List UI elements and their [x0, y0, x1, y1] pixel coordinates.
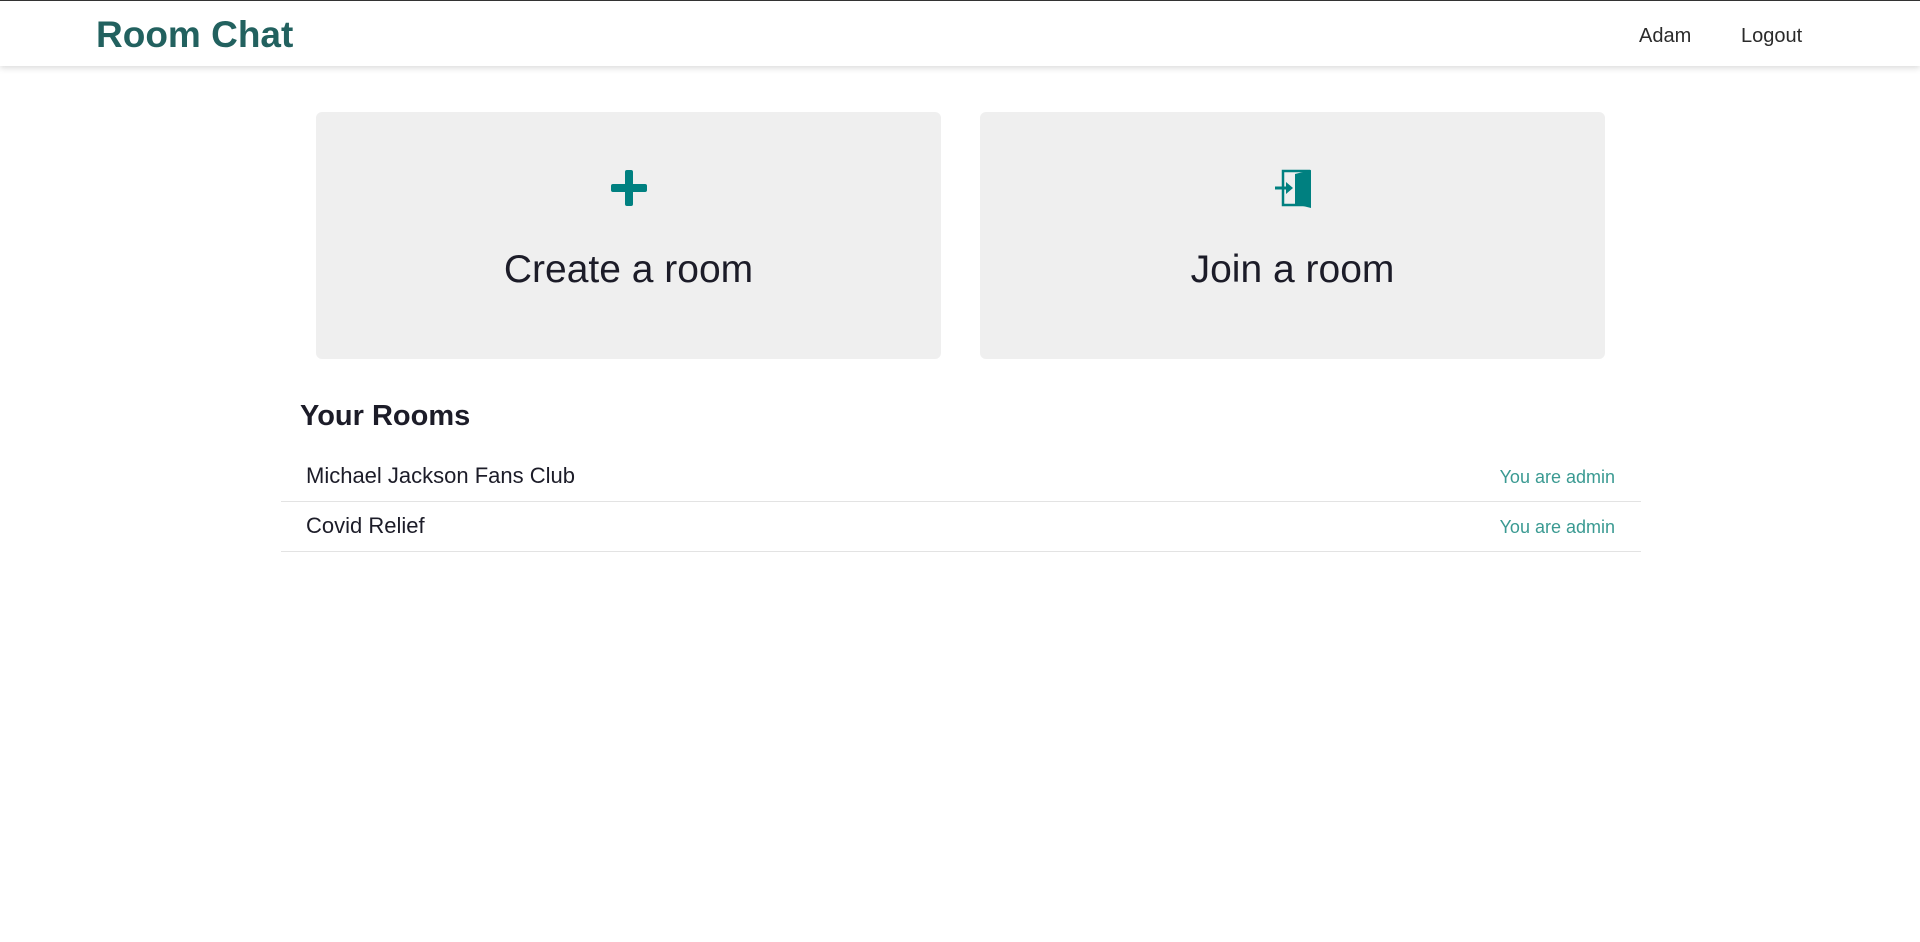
- room-role-badge: You are admin: [1499, 467, 1615, 487]
- top-navbar: Room Chat Adam Logout: [0, 0, 1920, 66]
- your-rooms-heading: Your Rooms: [300, 400, 471, 432]
- room-list-item[interactable]: Michael Jackson Fans Club You are admin: [281, 452, 1641, 502]
- join-room-card[interactable]: Join a room: [980, 112, 1605, 359]
- room-name: Covid Relief: [306, 513, 425, 538]
- join-room-label: Join a room: [1190, 248, 1395, 291]
- create-room-card[interactable]: Create a room: [316, 112, 941, 359]
- plus-icon: [609, 168, 649, 208]
- room-name: Michael Jackson Fans Club: [306, 463, 576, 488]
- door-enter-icon: [1273, 168, 1313, 208]
- logout-link[interactable]: Logout: [1741, 23, 1802, 49]
- room-list: Michael Jackson Fans Club You are admin …: [281, 452, 1641, 552]
- room-role-badge: You are admin: [1499, 517, 1615, 537]
- brand-logo[interactable]: Room Chat: [96, 13, 293, 57]
- create-room-label: Create a room: [503, 248, 754, 291]
- user-menu-link[interactable]: Adam: [1639, 23, 1691, 49]
- room-list-item[interactable]: Covid Relief You are admin: [281, 502, 1641, 552]
